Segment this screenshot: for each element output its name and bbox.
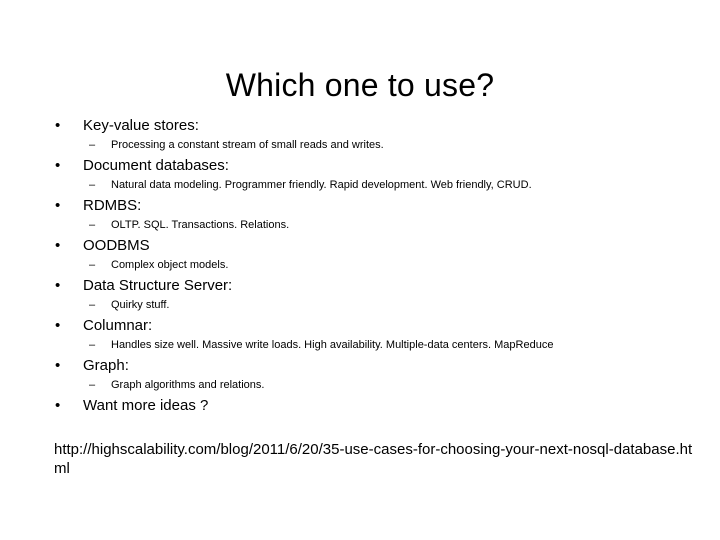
sub-list-item: – Graph algorithms and relations. xyxy=(0,377,720,394)
list-item: • RDMBS: xyxy=(0,194,720,217)
sub-list-item: – Complex object models. xyxy=(0,257,720,274)
sub-list-item-label: Graph algorithms and relations. xyxy=(111,379,265,391)
sub-list-item-label: Complex object models. xyxy=(111,259,229,271)
list-item: • Document databases: xyxy=(0,154,720,177)
list-item-label: RDMBS: xyxy=(83,197,142,214)
bullet-group: • Data Structure Server: – Quirky stuff. xyxy=(0,274,720,314)
list-item-label: OODBMS xyxy=(83,237,150,254)
source-url-link[interactable]: http://highscalability.com/blog/2011/6/2… xyxy=(54,440,694,478)
dash-marker-icon: – xyxy=(89,139,96,151)
bullet-group: • RDMBS: – OLTP. SQL. Transactions. Rela… xyxy=(0,194,720,234)
bullet-marker-icon: • xyxy=(55,157,61,174)
dash-marker-icon: – xyxy=(89,339,96,351)
dash-marker-icon: – xyxy=(89,259,96,271)
bullet-marker-icon: • xyxy=(55,237,61,254)
list-item: • Columnar: xyxy=(0,314,720,337)
list-item-label: Data Structure Server: xyxy=(83,277,233,294)
bullet-marker-icon: • xyxy=(55,277,61,294)
list-item: • OODBMS xyxy=(0,234,720,257)
sub-list-item: – Processing a constant stream of small … xyxy=(0,137,720,154)
sub-list-item-label: Quirky stuff. xyxy=(111,299,170,311)
bullet-group: • Graph: – Graph algorithms and relation… xyxy=(0,354,720,394)
list-item-label: Document databases: xyxy=(83,157,229,174)
dash-marker-icon: – xyxy=(89,379,96,391)
bullet-list: • Key-value stores: – Processing a const… xyxy=(0,114,720,417)
list-item-label: Key-value stores: xyxy=(83,117,199,134)
bullet-group: • Document databases: – Natural data mod… xyxy=(0,154,720,194)
list-item: • Data Structure Server: xyxy=(0,274,720,297)
list-item-label: Columnar: xyxy=(83,317,153,334)
sub-list-item: – Handles size well. Massive write loads… xyxy=(0,337,720,354)
list-item-label: Graph: xyxy=(83,357,129,374)
sub-list-item: – Quirky stuff. xyxy=(0,297,720,314)
dash-marker-icon: – xyxy=(89,299,96,311)
page-title: Which one to use? xyxy=(225,67,495,104)
dash-marker-icon: – xyxy=(89,219,96,231)
sub-list-item-label: Handles size well. Massive write loads. … xyxy=(111,339,554,351)
list-item: • Want more ideas ? xyxy=(0,394,720,417)
bullet-marker-icon: • xyxy=(55,397,61,414)
slide-canvas: Which one to use? • Key-value stores: – … xyxy=(0,0,720,540)
dash-marker-icon: – xyxy=(89,179,96,191)
bullet-group: • Columnar: – Handles size well. Massive… xyxy=(0,314,720,354)
bullet-marker-icon: • xyxy=(55,317,61,334)
sub-list-item-label: Natural data modeling. Programmer friend… xyxy=(111,179,532,191)
sub-list-item-label: Processing a constant stream of small re… xyxy=(111,139,384,151)
list-item: • Graph: xyxy=(0,354,720,377)
bullet-group: • OODBMS – Complex object models. xyxy=(0,234,720,274)
list-item-label: Want more ideas ? xyxy=(83,397,209,414)
sub-list-item-label: OLTP. SQL. Transactions. Relations. xyxy=(111,219,290,231)
sub-list-item: – OLTP. SQL. Transactions. Relations. xyxy=(0,217,720,234)
bullet-marker-icon: • xyxy=(55,117,61,134)
bullet-marker-icon: • xyxy=(55,357,61,374)
sub-list-item: – Natural data modeling. Programmer frie… xyxy=(0,177,720,194)
bullet-group: • Want more ideas ? xyxy=(0,394,720,417)
bullet-group: • Key-value stores: – Processing a const… xyxy=(0,114,720,154)
bullet-marker-icon: • xyxy=(55,197,61,214)
list-item: • Key-value stores: xyxy=(0,114,720,137)
